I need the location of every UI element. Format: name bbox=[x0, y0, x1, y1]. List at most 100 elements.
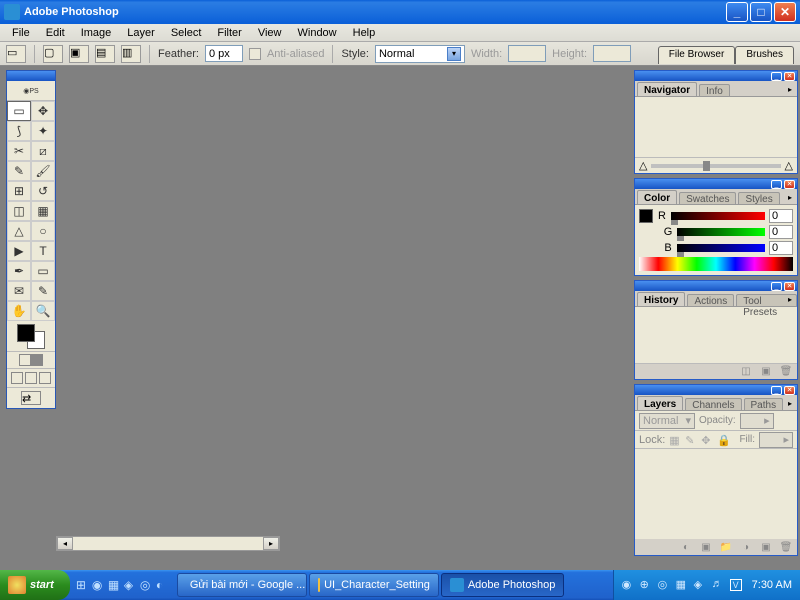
photoshop-logo-icon[interactable]: ◉PS bbox=[7, 81, 55, 101]
clock[interactable]: 7:30 AM bbox=[752, 579, 792, 591]
menu-layer[interactable]: Layer bbox=[119, 26, 163, 40]
marquee-tool-icon[interactable]: ▭ bbox=[7, 101, 31, 121]
g-slider[interactable] bbox=[677, 228, 765, 236]
menu-help[interactable]: Help bbox=[345, 26, 384, 40]
lasso-tool-icon[interactable]: ⟆ bbox=[7, 121, 31, 141]
taskbar-item[interactable]: UI_Character_Setting bbox=[309, 573, 439, 597]
taskbar-item[interactable]: Gửi bài mới - Google ... bbox=[177, 573, 307, 597]
scroll-left-icon[interactable]: ◂ bbox=[57, 537, 73, 550]
close-button[interactable]: ✕ bbox=[774, 2, 796, 22]
panel-titlebar[interactable]: _ ✕ bbox=[635, 385, 797, 395]
color-spectrum[interactable] bbox=[639, 257, 793, 271]
tab-styles[interactable]: Styles bbox=[738, 192, 779, 204]
menu-view[interactable]: View bbox=[250, 26, 290, 40]
screen-standard-icon[interactable] bbox=[11, 372, 23, 384]
tab-navigator[interactable]: Navigator bbox=[637, 82, 697, 96]
eraser-tool-icon[interactable]: ◫ bbox=[7, 201, 31, 221]
r-input[interactable] bbox=[769, 209, 793, 223]
panel-close-icon[interactable]: ✕ bbox=[784, 72, 795, 81]
add-selection-icon[interactable]: ▣ bbox=[69, 45, 89, 63]
panel-minimize-icon[interactable]: _ bbox=[771, 180, 782, 189]
standard-mode-icon[interactable] bbox=[19, 354, 31, 366]
marquee-tool-preset-icon[interactable]: ▭ bbox=[6, 45, 26, 63]
quicklaunch-icon[interactable]: ◉ bbox=[92, 576, 106, 594]
layer-mask-icon[interactable]: ▣ bbox=[699, 541, 713, 553]
menu-file[interactable]: File bbox=[4, 26, 38, 40]
g-input[interactable] bbox=[769, 225, 793, 239]
menu-edit[interactable]: Edit bbox=[38, 26, 73, 40]
menu-select[interactable]: Select bbox=[163, 26, 210, 40]
shape-tool-icon[interactable]: ▭ bbox=[31, 261, 55, 281]
horizontal-scrollbar[interactable]: ◂ ▸ bbox=[56, 536, 280, 551]
panel-menu-icon[interactable]: ▸ bbox=[785, 294, 795, 304]
menu-image[interactable]: Image bbox=[73, 26, 120, 40]
crop-tool-icon[interactable]: ✂ bbox=[7, 141, 31, 161]
clone-stamp-tool-icon[interactable]: ⊞ bbox=[7, 181, 31, 201]
magic-wand-tool-icon[interactable]: ✦ bbox=[31, 121, 55, 141]
panel-titlebar[interactable]: _ ✕ bbox=[635, 179, 797, 189]
subtract-selection-icon[interactable]: ▤ bbox=[95, 45, 115, 63]
fg-swatch[interactable] bbox=[639, 209, 653, 223]
healing-brush-tool-icon[interactable]: ✎ bbox=[7, 161, 31, 181]
screen-full-icon[interactable] bbox=[39, 372, 51, 384]
blur-tool-icon[interactable]: △ bbox=[7, 221, 31, 241]
jump-to-imageready-icon[interactable]: ⇄ bbox=[21, 391, 41, 405]
tab-info[interactable]: Info bbox=[699, 84, 730, 96]
b-slider[interactable] bbox=[677, 244, 765, 252]
navigator-preview[interactable] bbox=[635, 97, 797, 157]
new-set-icon[interactable]: 📁 bbox=[719, 541, 733, 553]
type-tool-icon[interactable]: T bbox=[31, 241, 55, 261]
b-input[interactable] bbox=[769, 241, 793, 255]
trash-icon[interactable]: 🗑 bbox=[779, 366, 793, 378]
quicklaunch-icon[interactable]: ◎ bbox=[140, 576, 154, 594]
zoom-in-icon[interactable]: △ bbox=[785, 159, 793, 172]
quicklaunch-icon[interactable]: ◈ bbox=[124, 576, 138, 594]
history-brush-tool-icon[interactable]: ↺ bbox=[31, 181, 55, 201]
panel-minimize-icon[interactable]: _ bbox=[771, 386, 782, 395]
notes-tool-icon[interactable]: ✉ bbox=[7, 281, 31, 301]
taskbar-item[interactable]: Adobe Photoshop bbox=[441, 573, 564, 597]
zoom-out-icon[interactable]: △ bbox=[639, 159, 647, 172]
layer-style-icon[interactable]: ◐ bbox=[679, 541, 693, 553]
quicklaunch-icon[interactable]: ◐ bbox=[156, 576, 170, 594]
quicklaunch-icon[interactable]: ⊞ bbox=[76, 576, 90, 594]
quicklaunch-icon[interactable]: ▦ bbox=[108, 576, 122, 594]
tab-paths[interactable]: Paths bbox=[744, 398, 784, 410]
tray-icon[interactable]: V bbox=[730, 579, 742, 591]
new-selection-icon[interactable]: ▢ bbox=[43, 45, 63, 63]
tab-file-browser[interactable]: File Browser bbox=[658, 46, 736, 64]
scroll-right-icon[interactable]: ▸ bbox=[263, 537, 279, 550]
panel-minimize-icon[interactable]: _ bbox=[771, 282, 782, 291]
tab-actions[interactable]: Actions bbox=[687, 294, 734, 306]
tab-channels[interactable]: Channels bbox=[685, 398, 741, 410]
tab-layers[interactable]: Layers bbox=[637, 396, 683, 410]
maximize-button[interactable]: □ bbox=[750, 2, 772, 22]
tray-icon[interactable]: ◉ bbox=[622, 578, 636, 592]
intersect-selection-icon[interactable]: ▥ bbox=[121, 45, 141, 63]
delete-layer-icon[interactable]: 🗑 bbox=[779, 541, 793, 553]
new-snapshot-icon[interactable]: ▣ bbox=[759, 366, 773, 378]
menu-filter[interactable]: Filter bbox=[209, 26, 249, 40]
scroll-track[interactable] bbox=[73, 537, 263, 550]
quickmask-mode-icon[interactable] bbox=[31, 354, 43, 366]
style-select[interactable]: Normal ▾ bbox=[375, 45, 465, 63]
gradient-tool-icon[interactable]: ▦ bbox=[31, 201, 55, 221]
adjustment-layer-icon[interactable]: ◑ bbox=[739, 541, 753, 553]
pen-tool-icon[interactable]: ✒ bbox=[7, 261, 31, 281]
tray-icon[interactable]: ⊕ bbox=[640, 578, 654, 592]
panel-titlebar[interactable]: _ ✕ bbox=[635, 71, 797, 81]
tab-color[interactable]: Color bbox=[637, 190, 677, 204]
move-tool-icon[interactable]: ✥ bbox=[31, 101, 55, 121]
panel-minimize-icon[interactable]: _ bbox=[771, 72, 782, 81]
tab-swatches[interactable]: Swatches bbox=[679, 192, 736, 204]
path-selection-tool-icon[interactable]: ▶ bbox=[7, 241, 31, 261]
panel-titlebar[interactable]: _ ✕ bbox=[635, 281, 797, 291]
menu-window[interactable]: Window bbox=[290, 26, 345, 40]
brush-tool-icon[interactable]: 🖌 bbox=[31, 161, 55, 181]
minimize-button[interactable]: _ bbox=[726, 2, 748, 22]
new-layer-icon[interactable]: ▣ bbox=[759, 541, 773, 553]
panel-menu-icon[interactable]: ▸ bbox=[785, 192, 795, 202]
tray-icon[interactable]: ◎ bbox=[658, 578, 672, 592]
feather-input[interactable] bbox=[205, 45, 243, 62]
panel-menu-icon[interactable]: ▸ bbox=[785, 84, 795, 94]
